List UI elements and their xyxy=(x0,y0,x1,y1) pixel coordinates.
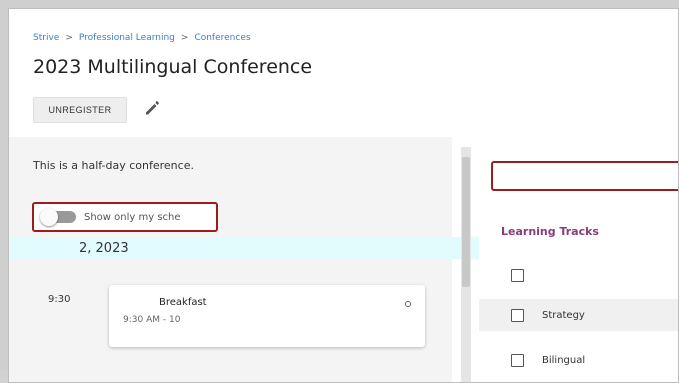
track-item-strategy[interactable]: Strategy xyxy=(479,299,678,331)
breadcrumb-item-strive[interactable]: Strive xyxy=(33,33,59,43)
learning-tracks-heading: Learning Tracks xyxy=(501,225,599,238)
toggle-thumb[interactable] xyxy=(40,208,58,226)
track-checkbox[interactable] xyxy=(511,268,524,282)
unregister-button[interactable]: UNREGISTER xyxy=(33,97,127,123)
breadcrumb: Strive > Professional Learning > Confere… xyxy=(33,33,251,43)
schedule-date-bar: 2, 2023 xyxy=(9,237,481,259)
schedule-date: 2, 2023 xyxy=(79,240,129,256)
left-panel-scrollbar[interactable] xyxy=(461,147,471,382)
app-window: Strive > Professional Learning > Confere… xyxy=(8,8,679,383)
scrollbar-thumb[interactable] xyxy=(462,157,470,287)
pencil-icon[interactable] xyxy=(142,98,162,118)
track-item-bilingual[interactable]: Bilingual xyxy=(479,344,678,376)
track-item[interactable] xyxy=(479,259,678,291)
breadcrumb-separator: > xyxy=(65,33,73,43)
session-card[interactable]: Breakfast 9:30 AM - 10 xyxy=(109,285,425,347)
highlighted-filter-toggle[interactable] xyxy=(491,161,678,191)
session-indicator-icon xyxy=(405,301,411,307)
show-my-schedule-toggle[interactable]: Show only my sche xyxy=(32,202,218,232)
session-start-time: 9:30 xyxy=(48,294,71,305)
track-checkbox[interactable] xyxy=(511,353,524,367)
track-label: Strategy xyxy=(542,309,585,321)
conference-description: This is a half-day conference. xyxy=(33,159,194,172)
session-title: Breakfast xyxy=(159,297,207,308)
session-time-range: 9:30 AM - 10 xyxy=(123,315,181,325)
page-title: 2023 Multilingual Conference xyxy=(33,56,313,78)
breadcrumb-item-professional-learning[interactable]: Professional Learning xyxy=(79,33,175,43)
filters-panel: Learning Tracks Strategy Bilingual xyxy=(479,147,678,382)
track-label: Bilingual xyxy=(542,354,586,366)
toggle-track[interactable] xyxy=(40,208,76,226)
breadcrumb-item-conferences[interactable]: Conferences xyxy=(194,33,250,43)
track-checkbox[interactable] xyxy=(511,308,524,322)
conference-details-panel: This is a half-day conference. Show only… xyxy=(9,137,481,382)
breadcrumb-separator: > xyxy=(180,33,189,43)
toggle-label: Show only my sche xyxy=(84,211,181,223)
